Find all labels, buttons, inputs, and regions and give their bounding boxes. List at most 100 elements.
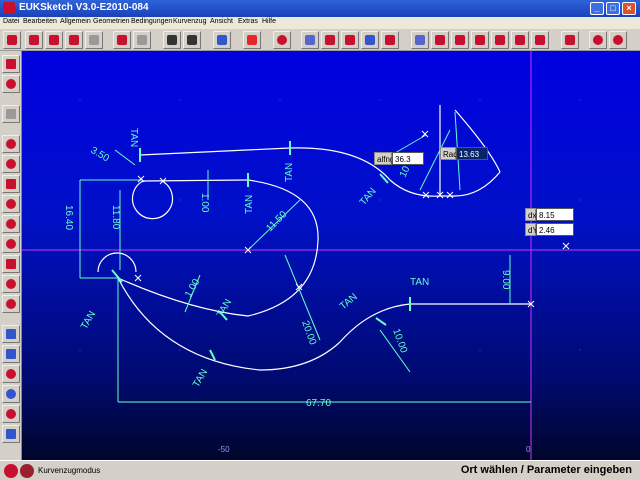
radius-input-group: Rad 13.63 (440, 147, 490, 160)
menu-kurvenzug[interactable]: Kurvenzug (173, 18, 206, 25)
select-tool-button[interactable] (2, 55, 20, 73)
app-icon (3, 2, 15, 14)
curve-mode-icon[interactable] (20, 464, 34, 478)
close-button[interactable]: × (622, 2, 636, 15)
arrow-tool-button[interactable] (381, 31, 399, 49)
rectangle-button[interactable] (2, 255, 20, 273)
lock-button[interactable] (471, 31, 489, 49)
pointer-button[interactable] (431, 31, 449, 49)
tan-label-7: TAN (191, 367, 210, 389)
angle-dim-button[interactable] (2, 345, 20, 363)
angle-input[interactable]: 36.3 (392, 152, 424, 165)
redo-button[interactable] (133, 31, 151, 49)
full-circle-button[interactable] (2, 215, 20, 233)
radius-dim-button[interactable] (2, 365, 20, 383)
rotate-tool-button[interactable] (2, 405, 20, 423)
unlink-button[interactable] (511, 31, 529, 49)
undo-button[interactable] (113, 31, 131, 49)
dim-1-00-a: 1.00 (199, 193, 210, 213)
dim-9-00: 9.00 (500, 270, 511, 290)
dy-input-group: dY 2.46 (525, 223, 575, 236)
dim-11-80: 11.80 (110, 205, 121, 230)
move-tool-button[interactable] (2, 75, 20, 93)
wand-button[interactable] (531, 31, 549, 49)
arc-draw-button[interactable] (2, 195, 20, 213)
tan-label-1: TAN (128, 128, 139, 147)
sketch-button[interactable] (451, 31, 469, 49)
marker-tool-button[interactable] (341, 31, 359, 49)
status-bar: Kurvenzugmodus Ort wählen / Parameter ei… (0, 460, 640, 480)
menu-ansicht[interactable]: Ansicht (210, 18, 233, 25)
angle-input-group: alfng 36.3 (374, 152, 426, 165)
sketch-svg: 3.50 16.40 11.80 1.00 11.50 1.00 20.00 1… (22, 51, 640, 460)
layer-button[interactable] (213, 31, 231, 49)
window-title: EUKSketch V3.0-E2010-084 (19, 2, 149, 13)
status-prompt: Ort wählen / Parameter eingeben (460, 464, 632, 476)
dim-20-00: 20.00 (299, 319, 318, 347)
dx-input-group: dx 8.15 (525, 208, 575, 221)
menu-geometrien[interactable]: Geometrien (93, 18, 130, 25)
triangle-tool-button[interactable] (2, 385, 20, 403)
line-draw-button[interactable] (2, 105, 20, 123)
star-tool-button[interactable] (3, 31, 21, 49)
dim-11-50: 11.50 (264, 209, 289, 234)
axis-label-0: 0 (526, 445, 531, 454)
angle-label: alfng (374, 152, 394, 165)
point-draw-button[interactable] (2, 155, 20, 173)
menu-bearbeiten[interactable]: Bearbeiten (23, 18, 57, 25)
paste-button[interactable] (65, 31, 83, 49)
title-bar: EUKSketch V3.0-E2010-084 _ □ × (0, 0, 640, 17)
dim-16-40: 16.40 (63, 205, 74, 230)
minimize-button[interactable]: _ (590, 2, 604, 15)
axis-labels: -50 0 (218, 445, 531, 454)
grid-snap-button[interactable] (183, 31, 201, 49)
menu-extras[interactable]: Extras (238, 18, 258, 25)
menu-datei[interactable]: Datei (3, 18, 19, 25)
dimension-button[interactable] (2, 325, 20, 343)
add-button[interactable] (243, 31, 261, 49)
chamfer-button[interactable] (2, 295, 20, 313)
mirror-tool-button[interactable] (2, 425, 20, 443)
trim-button[interactable] (561, 31, 579, 49)
select-area-button[interactable] (411, 31, 429, 49)
delete-button[interactable] (85, 31, 103, 49)
tan-label-9: TAN (410, 277, 429, 288)
tan-label-2: TAN (284, 163, 295, 182)
zoom-out-button[interactable] (609, 31, 627, 49)
dim-3-50: 3.50 (89, 145, 112, 164)
radius-input[interactable]: 13.63 (456, 147, 488, 160)
link-button[interactable] (491, 31, 509, 49)
left-toolbar (0, 51, 22, 460)
radius-label: Rad (440, 147, 458, 160)
diagonal-line-button[interactable] (2, 175, 20, 193)
tan-label-6: TAN (215, 297, 234, 319)
circle-draw-button[interactable] (2, 135, 20, 153)
line-tool-button[interactable] (301, 31, 319, 49)
menu-hilfe[interactable]: Hilfe (262, 18, 276, 25)
pencil-tool-button[interactable] (321, 31, 339, 49)
drawing-canvas[interactable]: 3.50 16.40 11.80 1.00 11.50 1.00 20.00 1… (22, 51, 640, 460)
main-toolbar (0, 29, 640, 51)
menu-bedingungen[interactable]: Bedingungen (131, 18, 172, 25)
circle-tool-button[interactable] (273, 31, 291, 49)
grid-button[interactable] (163, 31, 181, 49)
brush-tool-button[interactable] (361, 31, 379, 49)
menu-allgemein[interactable]: Allgemein (60, 18, 91, 25)
status-mode: Kurvenzugmodus (38, 466, 101, 475)
axis-label-minus-50: -50 (218, 445, 230, 454)
fillet-button[interactable] (2, 275, 20, 293)
dim-67-70: 67.70 (306, 398, 331, 409)
tan-label-5: TAN (79, 309, 98, 331)
mode-icon[interactable] (4, 464, 18, 478)
save-button[interactable] (25, 31, 43, 49)
copy-button[interactable] (45, 31, 63, 49)
dim-10-a: 10 (398, 164, 413, 179)
tan-label-3: TAN (244, 195, 255, 214)
dy-input[interactable]: 2.46 (536, 223, 574, 236)
dx-input[interactable]: 8.15 (536, 208, 574, 221)
tan-label-4: TAN (358, 186, 379, 208)
ellipse-button[interactable] (2, 235, 20, 253)
labels: 3.50 16.40 11.80 1.00 11.50 1.00 20.00 1… (63, 128, 511, 409)
maximize-button[interactable]: □ (606, 2, 620, 15)
zoom-in-button[interactable] (589, 31, 607, 49)
